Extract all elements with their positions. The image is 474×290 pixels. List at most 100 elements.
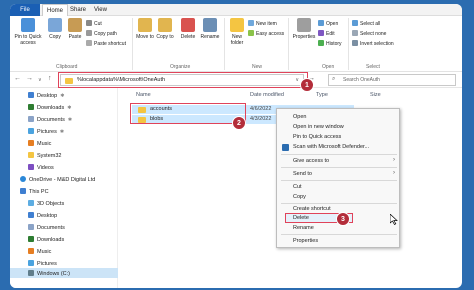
column-header-type[interactable]: Type: [316, 92, 328, 98]
clipboard-group-label: Clipboard: [56, 64, 78, 70]
edit-button[interactable]: Edit: [318, 30, 335, 37]
easy-access-icon: [248, 30, 254, 36]
documents-icon: [28, 116, 34, 122]
menu-item-pin-quick-access[interactable]: Pin to Quick access: [293, 134, 341, 140]
properties-button[interactable]: Properties: [292, 18, 316, 40]
sidebar-item-downloads-pc[interactable]: Downloads: [28, 236, 64, 243]
menu-item-give-access[interactable]: Give access to: [293, 158, 329, 164]
tab-view[interactable]: View: [90, 4, 111, 16]
sidebar-item-desktop-pc[interactable]: Desktop: [28, 212, 57, 219]
menu-item-copy[interactable]: Copy: [293, 194, 306, 200]
pin-icon: ✱: [60, 93, 65, 99]
edit-icon: [318, 30, 324, 36]
rename-button[interactable]: Rename: [200, 18, 220, 40]
sidebar-item-pictures-pc[interactable]: Pictures: [28, 260, 57, 267]
move-to-button[interactable]: Move to: [136, 18, 154, 40]
context-menu: Open Open in new window Pin to Quick acc…: [276, 108, 400, 248]
forward-arrow-icon[interactable]: →: [26, 75, 33, 82]
copy-path-icon: [86, 30, 92, 36]
ribbon-divider: [288, 18, 289, 70]
file-date: 4/6/2022: [250, 106, 272, 112]
desktop-icon: [28, 92, 34, 98]
sidebar-item-desktop[interactable]: Desktop ✱: [28, 92, 64, 99]
pc-icon: [20, 188, 26, 194]
column-header-size[interactable]: Size: [370, 92, 381, 98]
sidebar-item-downloads[interactable]: Downloads ✱: [28, 104, 71, 111]
sidebar-item-onedrive[interactable]: OneDrive - M&D Digital Ltd: [20, 176, 95, 183]
paste-shortcut-button[interactable]: Paste shortcut: [86, 40, 126, 47]
new-folder-button[interactable]: New folder: [228, 18, 246, 46]
paste-icon: [68, 18, 82, 32]
menu-divider: [281, 167, 397, 168]
delete-ribbon-button[interactable]: Delete: [178, 18, 198, 40]
sidebar-item-system32[interactable]: System32: [28, 152, 61, 159]
select-none-button[interactable]: Select none: [352, 30, 386, 37]
menu-item-open-new-window[interactable]: Open in new window: [293, 124, 344, 130]
step-badge-1: 1: [300, 78, 314, 92]
menu-item-scan-defender[interactable]: Scan with Microsoft Defender...: [293, 144, 369, 150]
sidebar-item-windows-c[interactable]: Windows (C:): [10, 268, 118, 278]
copy-path-button[interactable]: Copy path: [86, 30, 117, 37]
menu-item-send-to[interactable]: Send to: [293, 171, 312, 177]
back-arrow-icon[interactable]: ←: [14, 75, 21, 82]
tab-file[interactable]: File: [10, 4, 40, 16]
sidebar-item-this-pc[interactable]: This PC: [20, 188, 49, 195]
music-icon: [28, 248, 34, 254]
sidebar-item-music-pc[interactable]: Music: [28, 248, 51, 255]
sidebar-item-pictures[interactable]: Pictures ✱: [28, 128, 64, 135]
file-explorer-window: File Home Share View Pin to Quick access…: [10, 4, 462, 288]
new-item-icon: [248, 20, 254, 26]
pictures-icon: [28, 260, 34, 266]
history-button[interactable]: History: [318, 40, 342, 47]
ribbon-divider: [224, 18, 225, 70]
menu-item-delete[interactable]: Delete: [293, 215, 309, 221]
search-input[interactable]: ⌕ Search OneAuth: [328, 74, 456, 86]
pin-icon: [21, 18, 35, 32]
new-item-button[interactable]: New item: [248, 20, 277, 27]
tab-share[interactable]: Share: [66, 4, 90, 16]
column-header-name[interactable]: Name: [136, 92, 151, 98]
pin-quick-access-button[interactable]: Pin to Quick access: [12, 18, 44, 46]
menu-item-properties[interactable]: Properties: [293, 238, 318, 244]
menu-item-create-shortcut[interactable]: Create shortcut: [293, 206, 331, 212]
select-group-label: Select: [366, 64, 380, 70]
cut-button[interactable]: Cut: [86, 20, 102, 27]
menu-item-rename[interactable]: Rename: [293, 225, 314, 231]
search-placeholder: Search OneAuth: [343, 77, 380, 83]
sidebar-item-documents-pc[interactable]: Documents: [28, 224, 65, 231]
pin-icon: ✱: [67, 117, 73, 123]
new-folder-icon: [230, 18, 244, 32]
easy-access-button[interactable]: Easy access: [248, 30, 284, 37]
column-header-date[interactable]: Date modified: [250, 92, 284, 98]
history-icon: [318, 40, 324, 46]
rename-icon: [203, 18, 217, 32]
sidebar-item-videos[interactable]: Videos: [28, 164, 54, 171]
organize-group-label: Organize: [170, 64, 191, 70]
paste-shortcut-icon: [86, 40, 92, 46]
select-none-icon: [352, 30, 358, 36]
sidebar-item-documents[interactable]: Documents ✱: [28, 116, 72, 123]
open-button[interactable]: Open: [318, 20, 338, 27]
open-icon: [318, 20, 324, 26]
file-date: 4/3/2022: [250, 116, 272, 122]
menu-item-cut[interactable]: Cut: [293, 184, 302, 190]
download-icon: [28, 104, 34, 110]
copy-icon: [48, 18, 62, 32]
menu-divider: [281, 203, 397, 204]
defender-shield-icon: [282, 144, 289, 151]
recent-dropdown-icon[interactable]: ∨: [38, 77, 42, 83]
up-arrow-icon[interactable]: ↑: [48, 75, 52, 82]
paste-button[interactable]: Paste: [65, 18, 85, 40]
sidebar-item-music[interactable]: Music: [28, 140, 51, 147]
select-all-button[interactable]: Select all: [352, 20, 380, 27]
delete-x-icon: [181, 18, 195, 32]
copy-to-button[interactable]: Copy to: [156, 18, 174, 40]
select-all-icon: [352, 20, 358, 26]
menu-divider: [281, 154, 397, 155]
menu-item-open[interactable]: Open: [293, 114, 306, 120]
sidebar-item-3d-objects[interactable]: 3D Objects: [28, 200, 64, 207]
invert-selection-button[interactable]: Invert selection: [352, 40, 394, 47]
tab-home[interactable]: Home: [42, 4, 69, 16]
invert-selection-icon: [352, 40, 358, 46]
copy-button[interactable]: Copy: [46, 18, 64, 40]
